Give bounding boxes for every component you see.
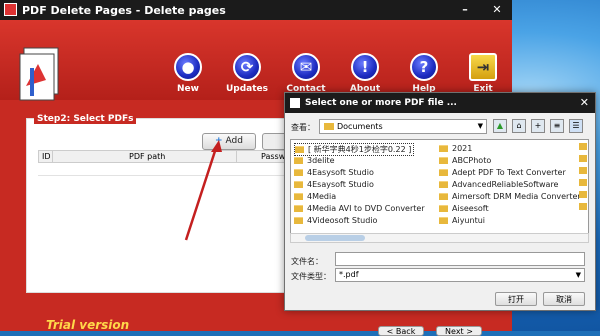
folder-icon — [294, 205, 303, 212]
folder-icon — [294, 157, 303, 164]
list-item[interactable]: AdvancedReliableSoftware — [439, 179, 558, 190]
chevron-down-icon: ▼ — [477, 122, 483, 130]
folder-icon — [579, 143, 587, 150]
up-folder-icon[interactable]: ▲ — [493, 119, 507, 133]
folder-icon — [294, 169, 303, 176]
filetype-label: 文件类型： — [291, 272, 331, 281]
list-item[interactable]: 4Esaysoft Studio — [294, 179, 374, 190]
open-button[interactable]: 打开 — [495, 292, 537, 306]
folder-icon — [579, 155, 587, 162]
list-view-icon[interactable]: ≡ — [550, 119, 564, 133]
dialog-titlebar: Select one or more PDF file ... ✕ — [285, 93, 595, 113]
list-item[interactable]: Adept PDF To Text Converter — [439, 167, 566, 178]
filename-input[interactable] — [335, 252, 585, 266]
horizontal-scrollbar[interactable] — [290, 233, 589, 243]
list-item[interactable]: 4Media AVI to DVD Converter — [294, 203, 425, 214]
list-item[interactable]: 4Videosoft Studio — [294, 215, 377, 226]
folder-icon — [579, 191, 587, 198]
list-item[interactable]: Aiyuntui — [439, 215, 485, 226]
file-list: [ 新华字典4秒1步检字0.22 ] 3delite 4Easysoft Stu… — [290, 139, 589, 236]
folder-icon — [295, 146, 304, 153]
filetype-select[interactable]: *.pdf ▼ — [335, 268, 585, 282]
cancel-button[interactable]: 取消 — [543, 292, 585, 306]
folder-icon — [579, 203, 587, 210]
folder-icon — [439, 157, 448, 164]
folder-icon — [294, 217, 303, 224]
list-item[interactable]: 3delite — [294, 155, 335, 166]
folder-icon — [439, 193, 448, 200]
new-folder-icon[interactable]: + — [531, 119, 545, 133]
filetype-value: *.pdf — [339, 270, 359, 279]
look-in-label: 查看： — [291, 123, 315, 132]
list-item[interactable]: Aiseesoft — [439, 203, 489, 214]
filename-label: 文件名： — [291, 257, 323, 266]
list-item[interactable]: 4Media — [294, 191, 336, 202]
folder-icon — [294, 181, 303, 188]
dialog-close-button[interactable]: ✕ — [580, 96, 589, 109]
java-icon — [290, 98, 300, 108]
list-item[interactable]: 2021 — [439, 143, 472, 154]
dialog-title: Select one or more PDF file ... — [305, 98, 457, 108]
folder-icon — [324, 123, 334, 130]
folder-icon — [294, 193, 303, 200]
folder-icon — [579, 179, 587, 186]
details-view-icon[interactable]: ☰ — [569, 119, 583, 133]
open-file-dialog: Select one or more PDF file ... ✕ 查看： Do… — [284, 92, 596, 311]
list-item[interactable]: Aimersoft DRM Media Converter — [439, 191, 581, 202]
look-in-value: Documents — [337, 122, 383, 131]
folder-icon — [579, 167, 587, 174]
folder-icon — [439, 181, 448, 188]
list-item[interactable]: 4Easysoft Studio — [294, 167, 374, 178]
folder-icon — [439, 145, 448, 152]
look-in-select[interactable]: Documents ▼ — [319, 119, 487, 134]
folder-icon — [439, 205, 448, 212]
folder-icon — [439, 169, 448, 176]
list-item[interactable]: ABCPhoto — [439, 155, 491, 166]
chevron-down-icon: ▼ — [575, 271, 581, 279]
scrollbar-thumb[interactable] — [305, 235, 365, 241]
folder-icon — [439, 217, 448, 224]
home-icon[interactable]: ⌂ — [512, 119, 526, 133]
